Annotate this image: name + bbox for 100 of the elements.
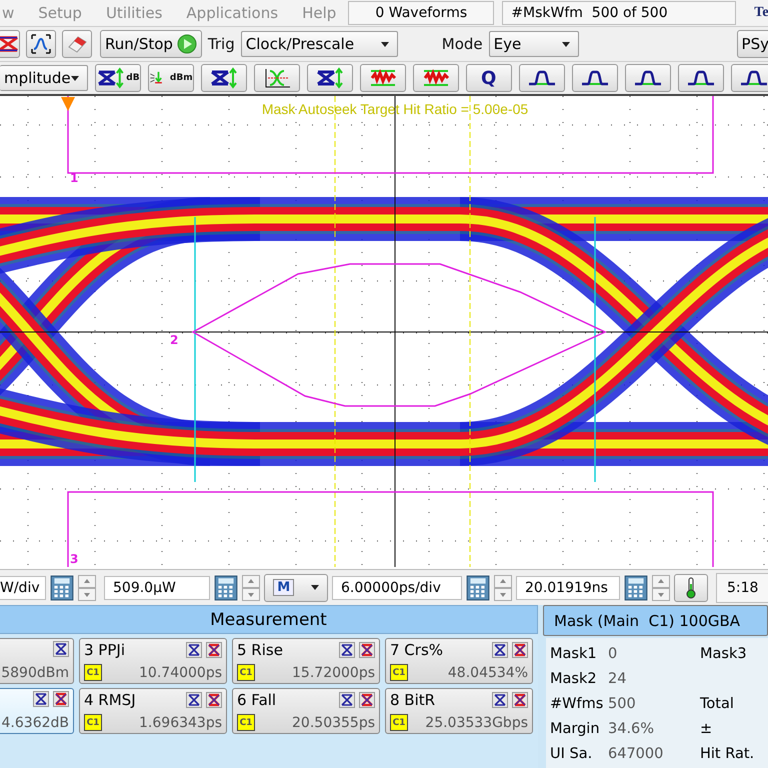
measurement-dropdown[interactable]: mplitude (0, 65, 88, 91)
tool-button[interactable] (518, 64, 565, 92)
measurement-cell[interactable]: 5 Rise C1 15.72000ps (232, 638, 380, 684)
position-field[interactable]: 20.01919ns (516, 576, 620, 600)
trigger-dropdown[interactable]: Clock/Prescale (240, 31, 398, 57)
mask-stat-value: 34.6% (608, 720, 656, 736)
hit-eye-icon (512, 642, 528, 658)
hit-eye-icon (359, 642, 375, 658)
mask-stat-label: Margin (550, 720, 601, 736)
temperature-button[interactable] (674, 574, 708, 602)
measurement-name: 4 RMSJ (84, 691, 136, 709)
run-stop-button[interactable]: Run/Stop (100, 30, 202, 58)
calculator-icon[interactable] (214, 574, 238, 600)
eye-icon (186, 642, 202, 658)
mask-stat-value: 0 (608, 646, 618, 662)
mask-stat-label: Total (700, 696, 735, 712)
calculator-icon[interactable] (466, 574, 490, 600)
measurement-cell[interactable]: 4.6362dB (0, 688, 74, 734)
channel-tag: C1 (237, 664, 255, 681)
tool-button[interactable] (254, 64, 300, 92)
logo-text: Te (754, 5, 768, 21)
calculator-icon[interactable] (624, 574, 648, 600)
measurement-value: 1.696343ps (139, 714, 222, 730)
measurement-cell[interactable]: 7 Crs% C1 48.04534% (385, 638, 533, 684)
mask-waveform-count: #MskWfm 500 of 500 (502, 1, 736, 25)
channel-tag: C1 (390, 714, 408, 731)
mask-stat-label: Mask3 (700, 646, 748, 662)
math-button[interactable]: M (264, 574, 328, 602)
eye-icon (492, 642, 508, 658)
mask-stat-value: 24 (608, 670, 628, 686)
mask-stat-label: Hit Rat. (700, 746, 756, 762)
tool-button[interactable] (678, 64, 724, 92)
hit-eye-icon (512, 692, 528, 708)
mask-stat-label: #Wfms (550, 696, 604, 712)
eye-icon (96, 67, 126, 89)
measurement-cell[interactable]: 3 PPJi C1 10.74000ps (79, 638, 227, 684)
channel-tag: C1 (237, 714, 255, 731)
waveform-icon (30, 33, 52, 55)
measurement-cell[interactable]: 5890dBm (0, 638, 74, 684)
eye-icon (339, 692, 355, 708)
hit-eye-icon (206, 692, 222, 708)
measurement-value: 25.03533Gbps (425, 714, 528, 730)
tool-button[interactable]: dBm (148, 64, 194, 92)
eye-icon (186, 692, 202, 708)
mask-stat-label: Mask1 (550, 646, 598, 662)
mode-dropdown[interactable]: Eye (488, 31, 579, 57)
tool-button[interactable] (730, 64, 768, 92)
mask-label: 2 (170, 333, 178, 347)
mode-label: Mode (442, 35, 483, 53)
mask-stat-value: 500 (608, 696, 637, 712)
mask-stat-label: Mask2 (550, 670, 598, 686)
measurement-name: 5 Rise (237, 641, 283, 659)
measurement-name: 7 Crs% (390, 641, 444, 659)
measurement-name: 8 BitR (390, 691, 436, 709)
calculator-icon[interactable] (50, 574, 74, 600)
play-icon (176, 34, 197, 54)
measurement-value: 15.72000ps (292, 664, 375, 680)
eye-icon (208, 67, 239, 89)
mask-label: 1 (70, 171, 78, 185)
mask-stat-label: ± (700, 720, 714, 736)
trigger-marker-icon (61, 97, 75, 111)
measurement-value: 5890dBm (1, 665, 69, 681)
channel-tag: C1 (390, 664, 408, 681)
tool-button[interactable]: Q (466, 64, 512, 92)
tool-button[interactable] (200, 64, 247, 92)
offset-field[interactable]: 509.0µW (104, 576, 210, 600)
tool-button[interactable] (624, 64, 671, 92)
measurement-cell[interactable]: 6 Fall C1 20.50355ps (232, 688, 380, 734)
eye-mode-button[interactable] (0, 30, 20, 58)
clock-text: 5:18 (716, 572, 768, 602)
channel-tag: C1 (84, 714, 102, 731)
hit-eye-icon (206, 642, 222, 658)
scale-field[interactable]: W/div (0, 576, 46, 600)
mask-label: 3 (70, 552, 78, 566)
measurement-value: 10.74000ps (139, 664, 222, 680)
measurement-cell[interactable]: 8 BitR C1 25.03533Gbps (385, 688, 533, 734)
trigger-label: Trig (208, 35, 235, 53)
tool-button[interactable] (306, 64, 353, 92)
measurement-header: Measurement (0, 605, 538, 634)
measurement-cell[interactable]: 4 RMSJ C1 1.696343ps (79, 688, 227, 734)
mask-header: Mask (Main C1) 100GBA (543, 605, 768, 636)
tool-button[interactable]: dB (94, 64, 141, 92)
hit-eye-icon (359, 692, 375, 708)
waveform-count: 0 Waveforms (348, 1, 494, 25)
mask-stat-value: 647000 (608, 746, 664, 762)
eye-icon (53, 641, 69, 657)
waveform-button[interactable] (26, 30, 56, 58)
clear-button[interactable] (62, 30, 92, 58)
tool-button[interactable] (572, 64, 618, 92)
hit-eye-icon (53, 691, 69, 707)
timebase-field[interactable]: 6.00000ps/div (332, 576, 462, 600)
channel-tag: C1 (84, 664, 102, 681)
measurement-name: 3 PPJi (84, 641, 125, 659)
measurement-name: 6 Fall (237, 691, 276, 709)
eye-icon (492, 692, 508, 708)
measurement-value: 4.6362dB (2, 715, 69, 731)
eye-icon (339, 642, 355, 658)
eye-icon (33, 691, 49, 707)
eye-icon (314, 67, 345, 89)
thermometer-icon (685, 576, 697, 598)
